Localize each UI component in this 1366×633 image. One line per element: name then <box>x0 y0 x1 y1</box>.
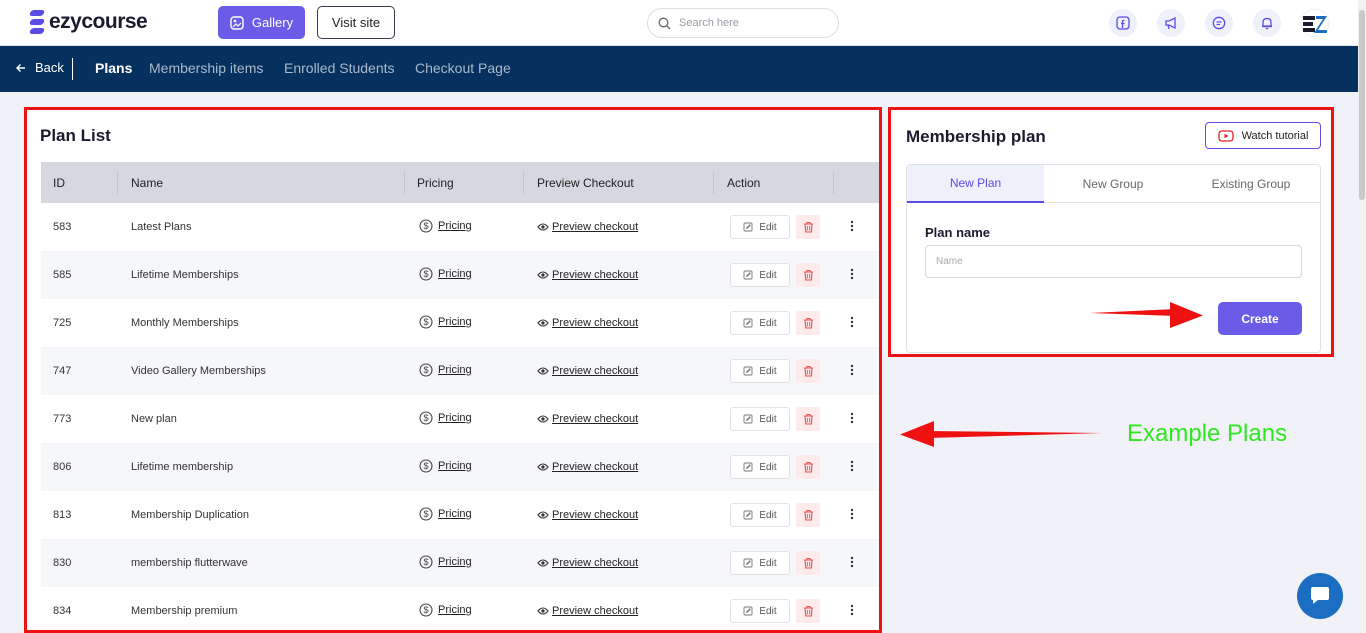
arrow-to-create-icon <box>1090 302 1203 328</box>
annotation-example-plans: Example Plans <box>1127 420 1288 447</box>
chat-icon <box>1311 587 1329 604</box>
annotation-arrows <box>900 302 1203 447</box>
scrollbar-thumb[interactable] <box>1359 10 1365 200</box>
arrow-to-plans-icon <box>900 421 1102 447</box>
chat-launcher-button[interactable] <box>1297 573 1343 619</box>
